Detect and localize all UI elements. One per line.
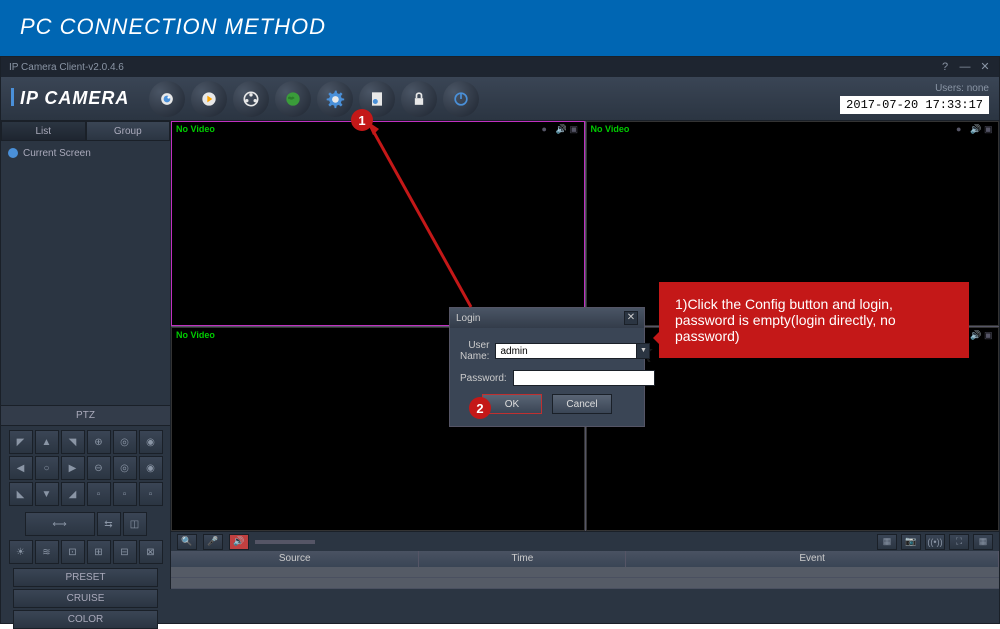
ptz-down[interactable]: ▼: [35, 482, 59, 506]
ptz-center[interactable]: ○: [35, 456, 59, 480]
tab-group[interactable]: Group: [86, 121, 171, 141]
volume-slider[interactable]: [255, 540, 315, 544]
video-cell-1[interactable]: No Video ● 🔊 ▣: [171, 121, 585, 326]
ptz-down-left[interactable]: ◣: [9, 482, 33, 506]
ptz-aux-5[interactable]: ⊟: [113, 540, 137, 564]
ptz-left[interactable]: ◀: [9, 456, 33, 480]
ptz-zoom-in[interactable]: ⊕: [87, 430, 111, 454]
audio-icon: 🔊: [970, 124, 980, 134]
grid-icon[interactable]: ▦: [973, 534, 993, 550]
instruction-banner: PC CONNECTION METHOD: [0, 0, 1000, 56]
ptz-down-right[interactable]: ◢: [61, 482, 85, 506]
audio-icon: 🔊: [556, 124, 566, 134]
snap-icon: ▣: [984, 330, 994, 340]
preset-button[interactable]: PRESET: [13, 568, 158, 587]
ptz-extra-1[interactable]: ▫: [87, 482, 111, 506]
video-label: No Video: [176, 330, 215, 340]
fullscreen-icon[interactable]: ⛶: [949, 534, 969, 550]
ptz-up-right[interactable]: ◥: [61, 430, 85, 454]
window-titlebar: IP Camera Client-v2.0.4.6 ? — ✕: [1, 57, 999, 77]
window-title: IP Camera Client-v2.0.4.6: [9, 62, 939, 73]
login-close-button[interactable]: ✕: [624, 311, 638, 325]
tree-current-screen[interactable]: Current Screen: [5, 145, 166, 161]
tab-list[interactable]: List: [1, 121, 86, 141]
annotation-badge-2: 2: [469, 397, 491, 419]
snap-icon: ▣: [570, 124, 580, 134]
mic-icon[interactable]: 🎤: [203, 534, 223, 550]
password-label: Password:: [460, 373, 513, 384]
username-label: User Name:: [460, 340, 495, 362]
col-event: Event: [626, 551, 999, 567]
help-button[interactable]: ?: [939, 61, 951, 73]
play-icon[interactable]: [191, 81, 227, 117]
app-logo: IP CAMERA: [11, 88, 129, 109]
search-icon[interactable]: 🔍: [177, 534, 197, 550]
table-row: [171, 578, 999, 589]
cancel-button[interactable]: Cancel: [552, 394, 612, 414]
ptz-aux-4[interactable]: ⊞: [87, 540, 111, 564]
ptz-extra-2[interactable]: ▫: [113, 482, 137, 506]
camera-icon[interactable]: [149, 81, 185, 117]
ptz-zoom-out[interactable]: ⊖: [87, 456, 111, 480]
login-title: Login: [456, 313, 480, 324]
ptz-title: PTZ: [1, 405, 170, 426]
password-field[interactable]: [513, 370, 655, 386]
ptz-slider[interactable]: ⟷: [25, 512, 95, 536]
rec-icon: ●: [542, 124, 552, 134]
user-info: Users: none 2017-07-20 17:33:17: [840, 83, 989, 114]
cruise-button[interactable]: CRUISE: [13, 589, 158, 608]
ok-button[interactable]: OK: [482, 394, 542, 414]
ptz-up-left[interactable]: ◤: [9, 430, 33, 454]
rec-icon: ●: [956, 124, 966, 134]
table-row: [171, 567, 999, 578]
ptz-panel: PTZ ◤ ▲ ◥ ⊕ ◎ ◉ ◀ ○ ▶ ⊖ ◎ ◉ ◣ ▼ ◢: [1, 405, 170, 629]
close-button[interactable]: ✕: [979, 61, 991, 73]
app-window: IP Camera Client-v2.0.4.6 ? — ✕ IP CAMER…: [0, 56, 1000, 624]
power-icon[interactable]: [443, 81, 479, 117]
banner-title: PC CONNECTION METHOD: [20, 14, 980, 40]
annotation-badge-1: 1: [351, 109, 373, 131]
signal-icon[interactable]: ((•)): [925, 534, 945, 550]
globe-icon[interactable]: [275, 81, 311, 117]
config-gear-icon[interactable]: [317, 81, 353, 117]
video-label: No Video: [591, 124, 630, 134]
reel-icon[interactable]: [233, 81, 269, 117]
audio-icon: 🔊: [970, 330, 980, 340]
ptz-aux-1[interactable]: ⇆: [97, 512, 121, 536]
ptz-aux-2[interactable]: ◫: [123, 512, 147, 536]
ptz-wiper[interactable]: ≋: [35, 540, 59, 564]
sidebar: List Group Current Screen PTZ ◤ ▲ ◥ ⊕ ◎ …: [1, 121, 171, 589]
ptz-focus-near[interactable]: ◎: [113, 430, 137, 454]
col-time: Time: [419, 551, 626, 567]
minimize-button[interactable]: —: [959, 61, 971, 73]
ptz-aux-6[interactable]: ⊠: [139, 540, 163, 564]
annotation-callout: 1)Click the Config button and login, pas…: [659, 282, 969, 358]
bottom-controls: 🔍 🎤 🔊 ▦ 📷 ((•)) ⛶ ▦: [171, 531, 999, 551]
ptz-light[interactable]: ☀: [9, 540, 33, 564]
speaker-icon[interactable]: 🔊: [229, 534, 249, 550]
ptz-aux-3[interactable]: ⊡: [61, 540, 85, 564]
snapshot-icon[interactable]: 📷: [901, 534, 921, 550]
ptz-focus-far[interactable]: ◎: [113, 456, 137, 480]
lock-icon[interactable]: [401, 81, 437, 117]
ptz-right[interactable]: ▶: [61, 456, 85, 480]
event-table: Source Time Event: [171, 551, 999, 589]
ptz-extra-3[interactable]: ▫: [139, 482, 163, 506]
col-source: Source: [171, 551, 419, 567]
screen-icon: [7, 147, 19, 159]
ptz-iris-open[interactable]: ◉: [139, 430, 163, 454]
username-field[interactable]: [495, 343, 636, 359]
ptz-iris-close[interactable]: ◉: [139, 456, 163, 480]
snap-icon: ▣: [984, 124, 994, 134]
timestamp: 2017-07-20 17:33:17: [840, 96, 989, 114]
ptz-up[interactable]: ▲: [35, 430, 59, 454]
color-button[interactable]: COLOR: [13, 610, 158, 629]
login-titlebar: Login ✕: [450, 308, 644, 328]
video-label: No Video: [176, 124, 215, 134]
layout-icon[interactable]: ▦: [877, 534, 897, 550]
top-toolbar: IP CAMERA Users: none 2017-07-20 17:33:1…: [1, 77, 999, 121]
